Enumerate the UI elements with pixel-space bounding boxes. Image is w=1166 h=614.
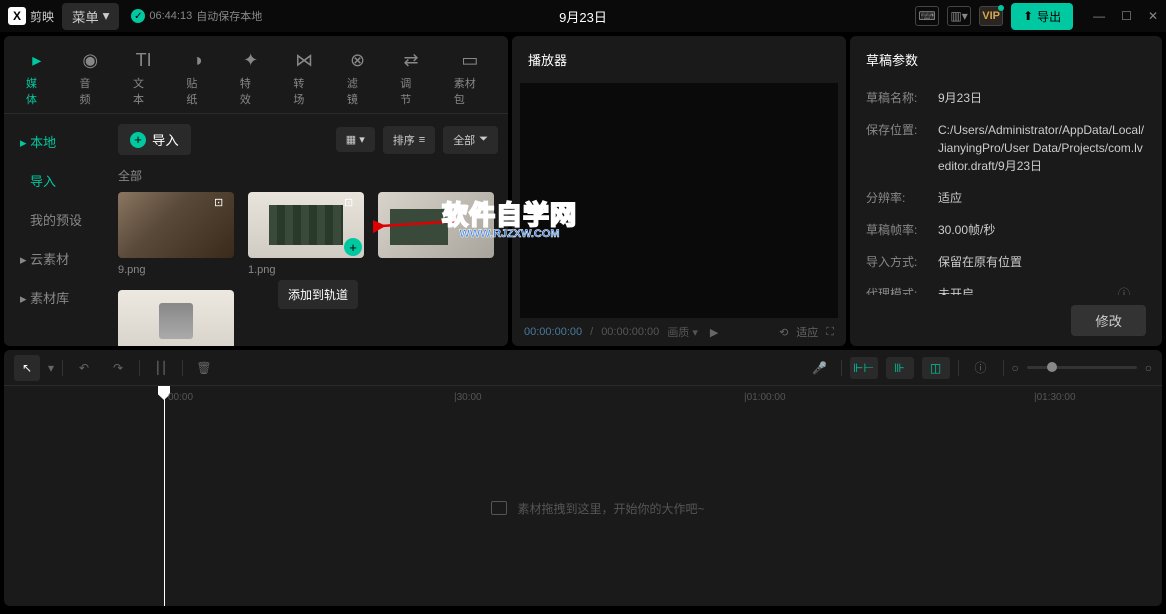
- delete-tool[interactable]: 🗑: [191, 355, 217, 381]
- playhead[interactable]: [164, 386, 165, 606]
- media-item[interactable]: [378, 192, 494, 276]
- tab-material[interactable]: ▭素材包: [440, 44, 500, 113]
- close-button[interactable]: ✕: [1148, 9, 1158, 23]
- player-panel: 播放器 00:00:00:00 / 00:00:00:00 画质 ▾ ▶ ⟲ 适…: [512, 36, 846, 346]
- zoom-slider[interactable]: [1027, 366, 1137, 369]
- section-label: 全部: [118, 159, 498, 192]
- minimize-button[interactable]: —: [1093, 9, 1105, 23]
- tab-media[interactable]: ▸媒体: [12, 44, 61, 113]
- add-to-track-button[interactable]: +: [344, 238, 362, 256]
- app-logo: X 剪映: [8, 7, 54, 25]
- tab-text[interactable]: TI文本: [119, 44, 168, 113]
- upload-icon: ⬆: [1023, 9, 1033, 23]
- sidebar-item-preset[interactable]: 我的预设: [4, 200, 108, 239]
- timeline-ruler[interactable]: 00:00 |30:00 |01:00:00 |01:30:00: [4, 386, 1162, 410]
- titlebar: X 剪映 菜单 ▾ ✓ 06:44:13 自动保存本地 9月23日 ⌨ ▥▾ V…: [0, 0, 1166, 32]
- mic-icon[interactable]: 🎤: [807, 355, 833, 381]
- app-name: 剪映: [30, 8, 54, 25]
- split-tool[interactable]: ⎮⎮: [148, 355, 174, 381]
- media-panel: ▸媒体 ◉音频 TI文本 ◑贴纸 ✦特效 ⋈转场 ⊗滤镜 ⇄调节 ▭素材包 ▸ …: [4, 36, 508, 346]
- align-button[interactable]: ⓘ: [967, 357, 995, 379]
- keyboard-icon[interactable]: ⌨: [915, 6, 939, 26]
- tab-transition[interactable]: ⋈转场: [279, 44, 328, 113]
- export-button[interactable]: ⬆ 导出: [1011, 3, 1073, 30]
- layout-icon[interactable]: ▥▾: [947, 6, 971, 26]
- sidebar-item-import[interactable]: 导入: [4, 161, 108, 200]
- sidebar-item-library[interactable]: ▸ 素材库: [4, 278, 108, 317]
- compare-icon[interactable]: ⟲: [779, 326, 788, 339]
- image-type-icon: ⊡: [344, 196, 360, 210]
- check-icon: ✓: [131, 9, 145, 23]
- media-item[interactable]: ⊡ 9.png: [118, 192, 234, 276]
- media-item[interactable]: ⊡+ 1.png: [248, 192, 364, 276]
- magnet-button-1[interactable]: ⊩⊢: [850, 357, 878, 379]
- player-view[interactable]: [520, 83, 838, 318]
- clip-icon: [491, 501, 507, 515]
- cursor-tool[interactable]: ↖: [14, 355, 40, 381]
- media-grid: ⊡ 9.png ⊡+ 1.png 添加到轨道: [118, 192, 498, 346]
- zoom-in-icon[interactable]: ○: [1145, 361, 1152, 375]
- timeline-toolbar: ↖ ▾ ↶ ↷ ⎮⎮ 🗑 🎤 ⊩⊢ ⊪ ◫ ⓘ ○ ○: [4, 350, 1162, 386]
- total-time: 00:00:00:00: [601, 326, 659, 338]
- timeline-panel: ↖ ▾ ↶ ↷ ⎮⎮ 🗑 🎤 ⊩⊢ ⊪ ◫ ⓘ ○ ○ 00:00 |30:00…: [4, 350, 1162, 606]
- vip-button[interactable]: VIP: [979, 6, 1003, 26]
- draft-panel: 草稿参数 草稿名称:9月23日 保存位置:C:/Users/Administra…: [850, 36, 1162, 346]
- player-controls: 00:00:00:00 / 00:00:00:00 画质 ▾ ▶ ⟲ 适应 ⛶: [512, 318, 846, 346]
- filter-button[interactable]: 全部 ⏷: [443, 126, 498, 154]
- play-button[interactable]: ▶: [710, 326, 718, 339]
- tab-audio[interactable]: ◉音频: [65, 44, 114, 113]
- import-button[interactable]: + 导入: [118, 124, 191, 155]
- chevron-down-icon: ▾: [103, 8, 110, 24]
- fullscreen-icon[interactable]: ⛶: [826, 326, 834, 339]
- logo-icon: X: [8, 7, 26, 25]
- media-item[interactable]: [118, 290, 234, 346]
- quality-selector[interactable]: 画质 ▾: [667, 324, 698, 340]
- modify-button[interactable]: 修改: [1071, 305, 1146, 336]
- sort-button[interactable]: 排序 ≡: [383, 126, 435, 154]
- timeline-tracks[interactable]: 素材拖拽到这里，开始你的大作吧~: [4, 410, 1162, 606]
- info-icon[interactable]: ⓘ: [1118, 285, 1130, 295]
- sidebar-item-cloud[interactable]: ▸ 云素材: [4, 239, 108, 278]
- undo-button[interactable]: ↶: [71, 355, 97, 381]
- image-type-icon: ⊡: [214, 196, 230, 210]
- view-mode-button[interactable]: ▦ ▾: [336, 127, 375, 152]
- chevron-down-icon[interactable]: ▾: [48, 361, 54, 375]
- menu-button[interactable]: 菜单 ▾: [62, 3, 119, 30]
- document-title: 9月23日: [559, 7, 607, 26]
- magnet-button-3[interactable]: ◫: [922, 357, 950, 379]
- tab-filter[interactable]: ⊗滤镜: [333, 44, 382, 113]
- tab-sticker[interactable]: ◑贴纸: [172, 44, 221, 113]
- magnet-button-2[interactable]: ⊪: [886, 357, 914, 379]
- media-sidebar: ▸ 本地 导入 我的预设 ▸ 云素材 ▸ 素材库: [4, 114, 108, 346]
- timeline-empty-state: 素材拖拽到这里，开始你的大作吧~: [491, 500, 704, 517]
- player-title: 播放器: [512, 36, 846, 83]
- tooltip: 添加到轨道: [278, 280, 358, 309]
- zoom-out-icon[interactable]: ○: [1012, 361, 1019, 375]
- autosave-status: ✓ 06:44:13 自动保存本地: [131, 8, 262, 24]
- fit-selector[interactable]: 适应: [796, 324, 818, 340]
- sidebar-item-local[interactable]: ▸ 本地: [4, 122, 108, 161]
- draft-title: 草稿参数: [850, 36, 1162, 83]
- redo-button[interactable]: ↷: [105, 355, 131, 381]
- tab-adjust[interactable]: ⇄调节: [386, 44, 435, 113]
- media-tabs: ▸媒体 ◉音频 TI文本 ◑贴纸 ✦特效 ⋈转场 ⊗滤镜 ⇄调节 ▭素材包: [4, 36, 508, 113]
- maximize-button[interactable]: ☐: [1121, 9, 1132, 23]
- plus-icon: +: [130, 132, 146, 148]
- current-time: 00:00:00:00: [524, 326, 582, 338]
- tab-effect[interactable]: ✦特效: [226, 44, 275, 113]
